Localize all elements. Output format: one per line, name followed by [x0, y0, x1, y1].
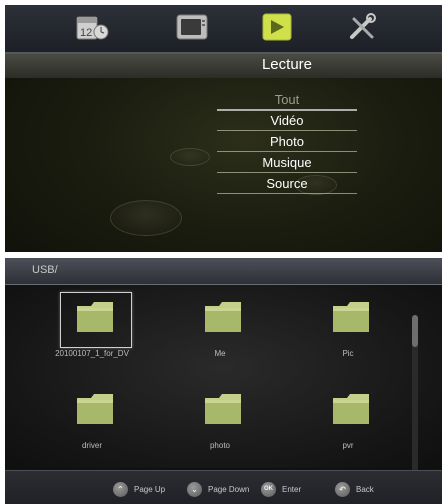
menu-title-bar: Lecture	[5, 54, 442, 78]
menu-title: Lecture	[261, 56, 313, 73]
scrollbar[interactable]	[412, 315, 418, 490]
menu-item-video[interactable]: Vidéo	[217, 111, 357, 131]
help-page-down[interactable]: ⌄ Page Down	[187, 481, 249, 497]
folder-label: driver	[81, 441, 102, 450]
folder-item[interactable]: 20100107_1_for_DV	[42, 292, 142, 372]
menu-item-musique[interactable]: Musique	[217, 153, 357, 173]
folder-label: photo	[209, 441, 231, 450]
folder-item[interactable]: driver	[42, 384, 142, 464]
folder-item[interactable]: Pic	[298, 292, 398, 372]
scroll-thumb[interactable]	[412, 315, 418, 347]
help-label: Page Down	[208, 484, 250, 494]
folder-label: Pic	[342, 349, 354, 358]
help-label: Enter	[282, 484, 302, 494]
file-browser-screen: USB/ 20100107_1_for_DV Me Pic driver pho…	[5, 258, 442, 504]
page-up-icon: ⌃	[113, 481, 128, 497]
menu-item-tout[interactable]: Tout	[217, 90, 357, 111]
svg-text:12: 12	[80, 27, 92, 39]
tools-icon[interactable]	[345, 11, 379, 43]
current-path: USB/	[32, 264, 58, 276]
folder-label: 20100107_1_for_DV	[55, 349, 129, 358]
folder-item[interactable]: Me	[170, 292, 270, 372]
folder-icon	[77, 302, 113, 332]
folder-icon	[205, 302, 241, 332]
folder-item[interactable]: photo	[170, 384, 270, 464]
folder-label: Me	[214, 349, 226, 358]
help-enter[interactable]: OK Enter	[261, 481, 301, 497]
back-icon: ↶	[335, 481, 350, 497]
decor-bubble	[110, 200, 182, 236]
folder-icon	[333, 302, 369, 332]
folder-icon	[77, 394, 113, 424]
calendar-icon[interactable]: 12	[75, 11, 109, 43]
page-down-icon: ⌄	[187, 481, 202, 497]
menu-item-source[interactable]: Source	[217, 174, 357, 194]
main-menu-screen: 12 Lecture Tout Vidéo Photo Musique Sour…	[5, 5, 442, 252]
help-bar: ⌃ Page Up ⌄ Page Down OK Enter ↶ Back	[5, 470, 442, 504]
folder-icon	[205, 394, 241, 424]
path-bar: USB/	[5, 258, 442, 285]
play-icon[interactable]	[260, 11, 294, 43]
help-label: Back	[356, 484, 374, 494]
help-page-up[interactable]: ⌃ Page Up	[113, 481, 165, 497]
file-grid: 20100107_1_for_DV Me Pic driver photo pv…	[5, 285, 442, 490]
decor-bubble	[170, 148, 210, 166]
help-back[interactable]: ↶ Back	[335, 481, 374, 497]
ok-icon: OK	[261, 481, 276, 497]
help-label: Page Up	[134, 484, 166, 494]
tv-icon[interactable]	[175, 11, 209, 43]
menu-item-photo[interactable]: Photo	[217, 132, 357, 152]
folder-label: pvr	[342, 441, 354, 450]
folder-item[interactable]: pvr	[298, 384, 398, 464]
category-bar: 12	[5, 5, 442, 54]
folder-icon	[333, 394, 369, 424]
